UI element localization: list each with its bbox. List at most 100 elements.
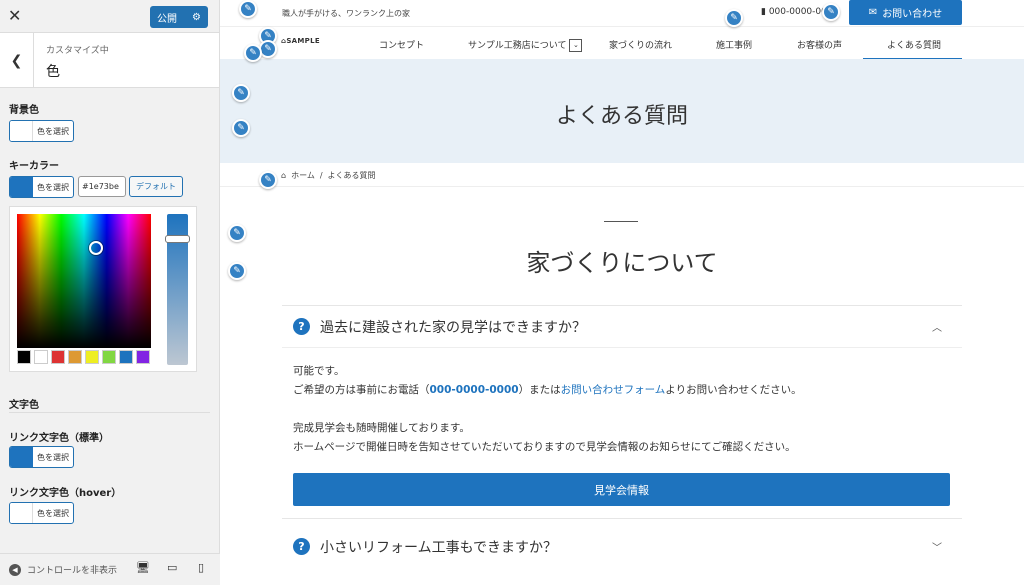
- publish-button[interactable]: 公開 ⚙: [150, 6, 208, 28]
- text-color-heading: 文字色: [9, 400, 39, 411]
- crumb-subtitle: カスタマイズ中: [46, 46, 109, 56]
- contact-form-link[interactable]: お問い合わせフォーム: [561, 384, 666, 396]
- bg-swatch: [10, 121, 33, 141]
- faq-question-text: 小さいリフォーム工事もできますか？: [320, 539, 558, 556]
- site-preview: 職人が手がける、ワンランク上の家 ▮ 000-0000-0000 ✉ お問い合わ…: [220, 0, 1024, 585]
- faq-item: ? 過去に建設された家の見学はできますか？ ︿ 可能です。 ご希望の方は事前にお…: [282, 305, 962, 457]
- site-logo[interactable]: ⌂SAMPLE: [281, 37, 320, 45]
- link-color-button[interactable]: 色を選択: [9, 446, 74, 468]
- edit-shortcut-icon[interactable]: ✎: [232, 119, 250, 137]
- section-rule: [604, 221, 638, 222]
- logo-text: SAMPLE: [286, 37, 320, 45]
- saturation-field[interactable]: [17, 214, 151, 348]
- phone-link[interactable]: 000-0000-0000: [430, 384, 519, 396]
- chevron-down-icon[interactable]: ⌄: [569, 39, 583, 52]
- palette-orange[interactable]: [68, 350, 82, 364]
- hue-slider[interactable]: [165, 214, 190, 365]
- chevron-down-icon[interactable]: ﹀: [932, 539, 942, 554]
- tour-info-button[interactable]: 見学会情報: [293, 473, 950, 506]
- nav-item-faq[interactable]: よくある質問: [887, 38, 941, 51]
- divider: [220, 186, 1024, 187]
- hue-handle[interactable]: [165, 235, 190, 243]
- hide-controls-button[interactable]: ◀ コントロールを非表示: [9, 563, 127, 576]
- breadcrumb: ⌂ ホーム / よくある質問: [281, 170, 376, 181]
- back-button[interactable]: ❮: [0, 33, 34, 88]
- faq-answer: 可能です。 ご希望の方は事前にお電話（000-0000-0000）またはお問い合…: [282, 347, 962, 457]
- nav-item-flow[interactable]: 家づくりの流れ: [609, 38, 672, 51]
- contact-label: お問い合わせ: [882, 9, 943, 20]
- hex-input[interactable]: #1e73be: [78, 176, 126, 197]
- answer-text: ご希望の方は事前にお電話（: [293, 384, 430, 396]
- home-icon: ⌂: [281, 171, 287, 180]
- mail-icon: ✉: [868, 7, 878, 18]
- nav-about-label: サンプル工務店について: [468, 41, 567, 51]
- section-title: 家づくりについて: [526, 249, 718, 277]
- edit-shortcut-icon[interactable]: ✎: [239, 0, 257, 18]
- default-button[interactable]: デフォルト: [129, 176, 183, 197]
- palette-black[interactable]: [17, 350, 31, 364]
- customizer-panel: ✕ 公開 ⚙ ❮ カスタマイズ中 色 背景色 色を選択 キーカラー 色を選択 #…: [0, 0, 220, 585]
- key-select-label: 色を選択: [37, 182, 69, 192]
- edit-shortcut-icon[interactable]: ✎: [822, 3, 840, 21]
- palette-white[interactable]: [34, 350, 48, 364]
- breadcrumb-separator: /: [319, 171, 323, 180]
- hide-controls-label: コントロールを非表示: [27, 566, 118, 576]
- link-swatch: [10, 447, 33, 467]
- page-title: よくある質問: [555, 104, 688, 129]
- arrow-left-icon: ◀: [9, 563, 21, 576]
- faq-item: ? 小さいリフォーム工事もできますか？ ﹀: [282, 518, 962, 574]
- tablet-icon[interactable]: ▭: [167, 561, 177, 574]
- panel-footer: ◀ コントロールを非表示 🖥 ▭ ▯: [0, 553, 220, 585]
- faq-question[interactable]: ? 過去に建設された家の見学はできますか？ ︿: [282, 305, 962, 347]
- answer-line: 可能です。: [293, 365, 345, 377]
- edit-shortcut-icon[interactable]: ✎: [244, 44, 262, 62]
- faq-question[interactable]: ? 小さいリフォーム工事もできますか？ ﹀: [282, 518, 962, 574]
- bg-color-button[interactable]: 色を選択: [9, 120, 74, 142]
- palette-purple[interactable]: [136, 350, 150, 364]
- key-color-button[interactable]: 色を選択: [9, 176, 74, 198]
- edit-shortcut-icon[interactable]: ✎: [228, 224, 246, 242]
- edit-shortcut-icon[interactable]: ✎: [725, 9, 743, 27]
- answer-line: ご希望の方は事前にお電話（000-0000-0000）またはお問い合わせフォーム…: [293, 381, 951, 400]
- main-nav: ⌂SAMPLE コンセプト サンプル工務店について ⌄ 家づくりの流れ 施工事例 …: [220, 26, 1024, 60]
- nav-item-about[interactable]: サンプル工務店について ⌄: [468, 38, 583, 52]
- gear-icon[interactable]: ⚙: [192, 12, 201, 23]
- customizer-breadcrumb: ❮ カスタマイズ中 色: [0, 33, 219, 88]
- answer-line: ホームページで開催日時を告知させていただいておりますので見学会情報のお知らせにて…: [293, 441, 796, 453]
- page-hero: よくある質問: [220, 59, 1024, 163]
- nav-item-concept[interactable]: コンセプト: [379, 38, 424, 51]
- palette-green[interactable]: [102, 350, 116, 364]
- desktop-icon[interactable]: 🖥: [136, 561, 150, 574]
- question-icon: ?: [293, 318, 310, 335]
- nav-item-works[interactable]: 施工事例: [716, 38, 752, 51]
- answer-text: よりお問い合わせください。: [665, 384, 802, 396]
- palette-red[interactable]: [51, 350, 65, 364]
- link-select-label: 色を選択: [37, 452, 69, 462]
- panel-header: ✕ 公開 ⚙: [0, 0, 219, 33]
- crumb-title: 色: [46, 64, 60, 80]
- edit-shortcut-icon[interactable]: ✎: [259, 171, 277, 189]
- palette-blue[interactable]: [119, 350, 133, 364]
- answer-line: 完成見学会も随時開催しております。: [293, 422, 470, 434]
- link-hover-button[interactable]: 色を選択: [9, 502, 74, 524]
- mobile-icon[interactable]: ▯: [198, 561, 204, 574]
- nav-item-voice[interactable]: お客様の声: [797, 38, 842, 51]
- hover-swatch: [10, 503, 33, 523]
- palette-yellow[interactable]: [85, 350, 99, 364]
- hover-select-label: 色を選択: [37, 508, 69, 518]
- chevron-left-icon: ❮: [10, 52, 23, 69]
- close-icon[interactable]: ✕: [8, 6, 21, 25]
- color-palette: [17, 350, 150, 364]
- edit-shortcut-icon[interactable]: ✎: [228, 262, 246, 280]
- color-picker: [9, 206, 197, 372]
- link-color-label: リンク文字色（標準）: [9, 433, 109, 444]
- contact-button[interactable]: ✉ お問い合わせ: [849, 0, 962, 25]
- key-swatch: [10, 177, 33, 197]
- answer-text: ）または: [518, 384, 561, 396]
- saturation-handle[interactable]: [89, 241, 103, 255]
- bg-color-label: 背景色: [9, 105, 39, 116]
- breadcrumb-home[interactable]: ホーム: [291, 170, 315, 181]
- chevron-up-icon[interactable]: ︿: [932, 319, 942, 334]
- edit-shortcut-icon[interactable]: ✎: [232, 84, 250, 102]
- divider: [9, 412, 210, 413]
